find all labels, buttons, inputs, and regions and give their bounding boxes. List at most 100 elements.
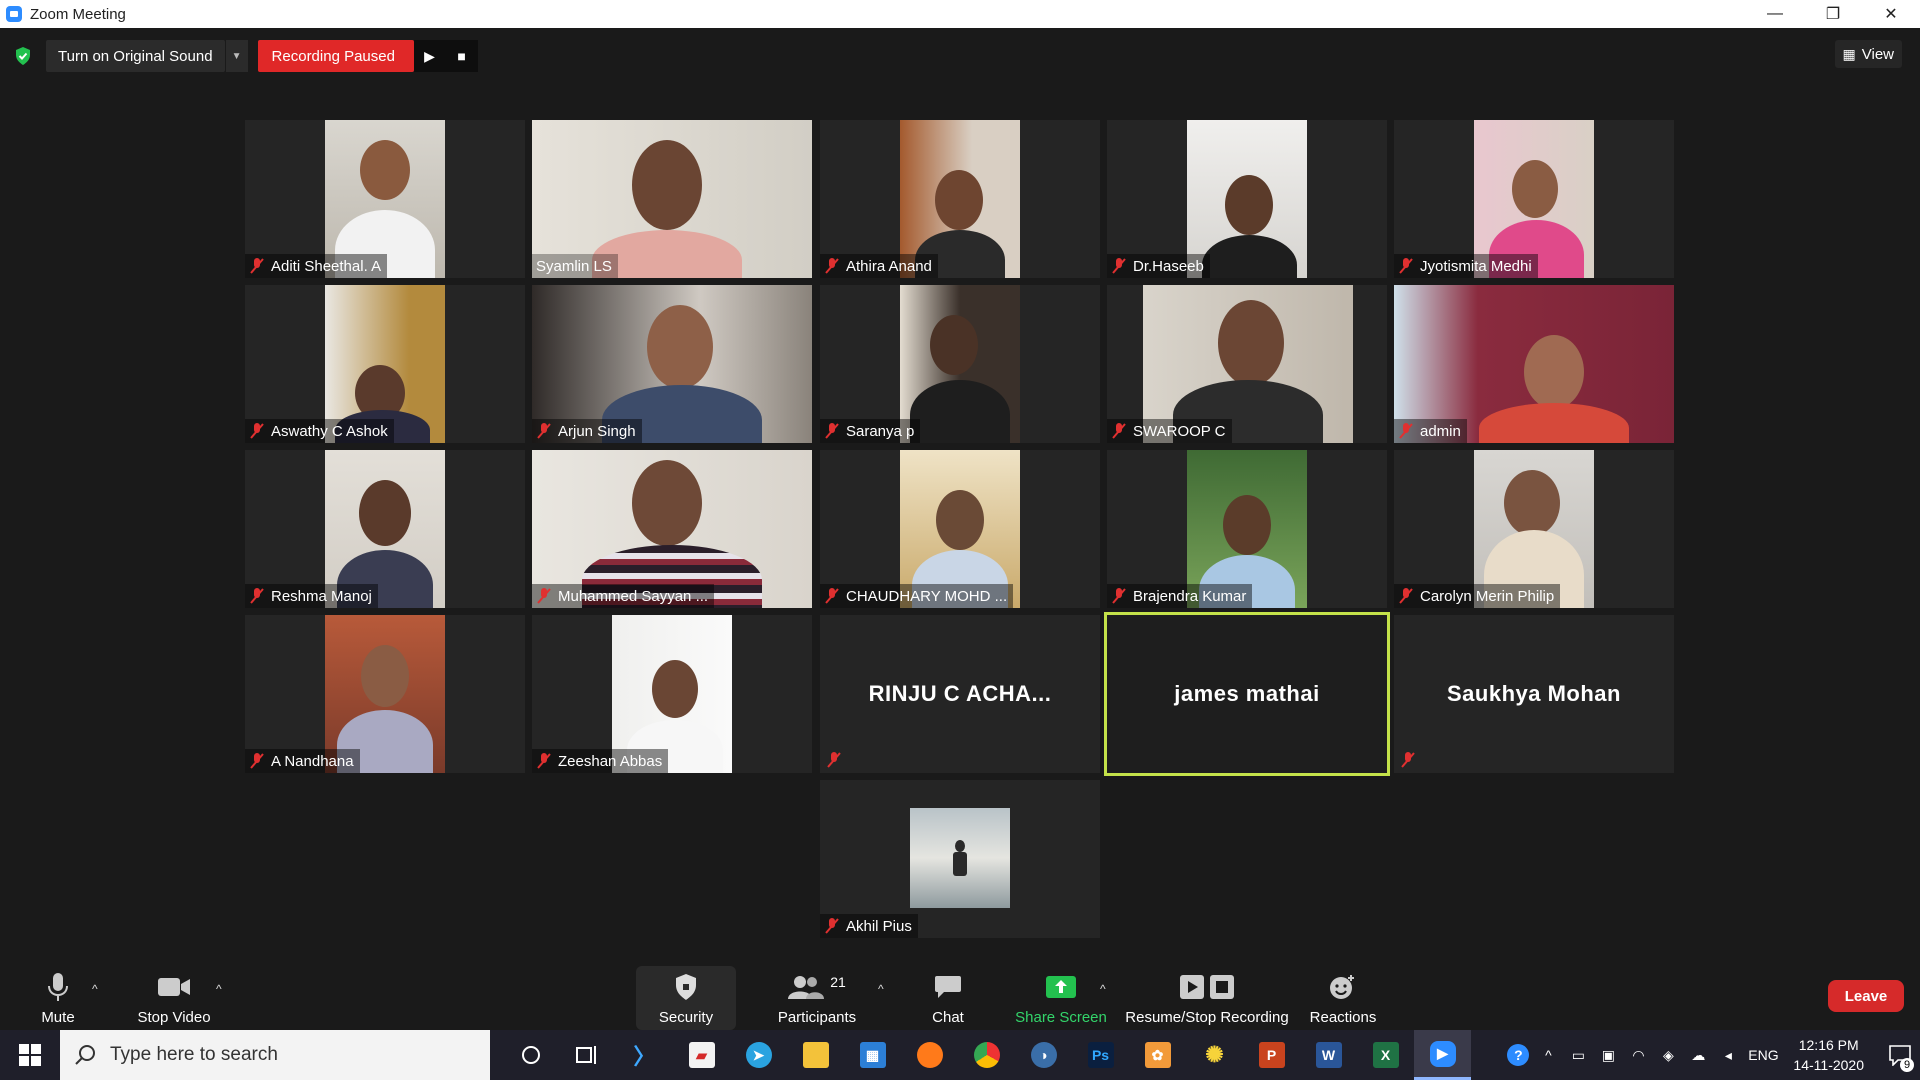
media-player-icon[interactable]: ◑	[1015, 1030, 1072, 1080]
battery-icon[interactable]: ▭	[1563, 1047, 1593, 1064]
mic-off-icon	[537, 423, 551, 439]
security-button[interactable]: Security	[650, 968, 722, 1030]
view-button[interactable]: ▦ View	[1834, 40, 1902, 68]
resume-stop-recording-button[interactable]: Resume/Stop Recording	[1124, 968, 1290, 1030]
start-button[interactable]	[0, 1030, 60, 1080]
chrome-icon[interactable]	[958, 1030, 1015, 1080]
photoshop-icon[interactable]: Ps	[1072, 1030, 1129, 1080]
participant-tile[interactable]: Athira Anand	[820, 120, 1100, 278]
task-view-icon[interactable]	[559, 1030, 616, 1080]
pinned-apps: 〉 ▰ ➤ ▦ ◑ Ps ✿ ✺ P W X ▶	[502, 1030, 1471, 1080]
participant-tile[interactable]: Syamlin LS	[532, 120, 812, 278]
pdf-reader-icon[interactable]: ▰	[673, 1030, 730, 1080]
participant-tile[interactable]: SWAROOP C	[1107, 285, 1387, 443]
chevron-up-icon[interactable]: ^	[1533, 1047, 1563, 1063]
participant-tile[interactable]: Dr.Haseeb	[1107, 120, 1387, 278]
mic-off-icon	[825, 588, 839, 604]
system-tray: ? ^ ▭ ▣ ◠ ◈ ☁ ◂ ENG 12:16 PM 14-11-2020 …	[1503, 1030, 1920, 1080]
microsoft-store-icon[interactable]: ▦	[844, 1030, 901, 1080]
mic-off-icon	[1401, 752, 1415, 768]
security-label: Security	[658, 1009, 714, 1026]
chat-button[interactable]: Chat	[928, 968, 968, 1030]
participant-name: Arjun Singh	[558, 422, 636, 440]
participant-tile[interactable]: Brajendra Kumar	[1107, 450, 1387, 608]
taskbar-clock[interactable]: 12:16 PM 14-11-2020	[1793, 1035, 1864, 1075]
participant-tile[interactable]: Akhil Pius	[820, 780, 1100, 938]
top-controls: Turn on Original Sound ▼ Recording Pause…	[14, 40, 478, 72]
video-options-caret[interactable]: ^	[216, 982, 222, 996]
participant-name-bar: Brajendra Kumar	[1107, 584, 1253, 608]
participant-tile[interactable]: Muhammed Sayyan ...	[532, 450, 812, 608]
participant-tile[interactable]: Arjun Singh	[532, 285, 812, 443]
participants-button[interactable]: 21 Participants	[776, 968, 858, 1030]
participant-tile[interactable]: Saranya p	[820, 285, 1100, 443]
paint-icon[interactable]: ✿	[1129, 1030, 1186, 1080]
mic-off-icon	[1399, 258, 1413, 274]
security-shield-icon	[674, 971, 698, 1003]
mute-button[interactable]: Mute	[36, 968, 80, 1030]
word-icon[interactable]: W	[1300, 1030, 1357, 1080]
participant-tile[interactable]: Saukhya Mohan	[1394, 615, 1674, 773]
participant-name-bar: Jyotismita Medhi	[1394, 254, 1538, 278]
firefox-icon[interactable]	[901, 1030, 958, 1080]
participant-name-bar: A Nandhana	[245, 749, 360, 773]
participant-tile[interactable]: A Nandhana	[245, 615, 525, 773]
dropbox-icon[interactable]: ◈	[1653, 1047, 1683, 1064]
file-explorer-icon[interactable]	[787, 1030, 844, 1080]
search-placeholder: Type here to search	[110, 1044, 278, 1065]
language-indicator[interactable]: ENG	[1743, 1047, 1783, 1063]
volume-icon[interactable]: ◂	[1713, 1047, 1743, 1064]
participant-name-bar: Carolyn Merin Philip	[1394, 584, 1561, 608]
original-sound-button[interactable]: Turn on Original Sound	[46, 40, 225, 72]
display-icon[interactable]: ▣	[1593, 1047, 1623, 1064]
mic-off-icon	[537, 588, 551, 604]
participant-name: Aswathy C Ashok	[271, 422, 388, 440]
chevron-down-icon[interactable]: ▼	[225, 40, 248, 72]
help-icon[interactable]: ?	[1503, 1044, 1533, 1066]
reactions-button[interactable]: Reactions	[1308, 968, 1378, 1030]
notification-count: 9	[1900, 1058, 1914, 1072]
participant-tile[interactable]: Aswathy C Ashok	[245, 285, 525, 443]
audio-options-caret[interactable]: ^	[92, 982, 98, 996]
leave-button[interactable]: Leave	[1828, 980, 1904, 1012]
participant-name-bar: Saranya p	[820, 419, 921, 443]
participant-tile[interactable]: Carolyn Merin Philip	[1394, 450, 1674, 608]
participant-tile[interactable]: CHAUDHARY MOHD ...	[820, 450, 1100, 608]
encryption-shield-icon[interactable]	[14, 46, 32, 66]
cloud-icon[interactable]: ☁	[1683, 1047, 1713, 1064]
restore-button[interactable]: ❐	[1804, 0, 1862, 28]
cortana-icon[interactable]	[502, 1030, 559, 1080]
participant-tile[interactable]: RINJU C ACHA...	[820, 615, 1100, 773]
telegram-icon[interactable]: ➤	[730, 1030, 787, 1080]
mic-off-icon	[825, 918, 839, 934]
share-screen-button[interactable]: Share Screen	[1014, 968, 1108, 1030]
participant-name: Akhil Pius	[846, 917, 912, 935]
notification-center-button[interactable]: 9	[1880, 1030, 1920, 1080]
participant-name: Jyotismita Medhi	[1420, 257, 1532, 275]
resume-recording-button[interactable]: ▶	[413, 40, 446, 72]
participants-options-caret[interactable]: ^	[878, 982, 884, 996]
participant-tile[interactable]: admin	[1394, 285, 1674, 443]
taskbar-search-box[interactable]: Type here to search	[60, 1030, 490, 1080]
brightness-icon[interactable]: ✺	[1186, 1030, 1243, 1080]
close-button[interactable]: ✕	[1862, 0, 1920, 28]
participant-tile[interactable]: Jyotismita Medhi	[1394, 120, 1674, 278]
powerpoint-icon[interactable]: P	[1243, 1030, 1300, 1080]
mic-off-icon	[250, 753, 264, 769]
participant-tile[interactable]: Aditi Sheethal. A	[245, 120, 525, 278]
share-options-caret[interactable]: ^	[1100, 982, 1106, 996]
participant-tile[interactable]: Reshma Manoj	[245, 450, 525, 608]
visual-studio-code-icon[interactable]: 〉	[616, 1030, 673, 1080]
participant-tile[interactable]: Zeeshan Abbas	[532, 615, 812, 773]
participants-icon: 21	[788, 971, 846, 1003]
wifi-icon[interactable]: ◠	[1623, 1047, 1653, 1064]
active-speaker-tile[interactable]: james mathai	[1104, 612, 1390, 776]
stop-video-button[interactable]: Stop Video	[136, 968, 212, 1030]
minimize-button[interactable]: —	[1746, 0, 1804, 28]
windows-taskbar: Type here to search 〉 ▰ ➤ ▦ ◑ Ps ✿ ✺ P W…	[0, 1030, 1920, 1080]
zoom-taskbar-icon[interactable]: ▶	[1414, 1030, 1471, 1080]
participant-name-bar: Muhammed Sayyan ...	[532, 584, 715, 608]
participant-name: Carolyn Merin Philip	[1420, 587, 1555, 605]
excel-icon[interactable]: X	[1357, 1030, 1414, 1080]
stop-recording-button[interactable]: ■	[445, 40, 478, 72]
